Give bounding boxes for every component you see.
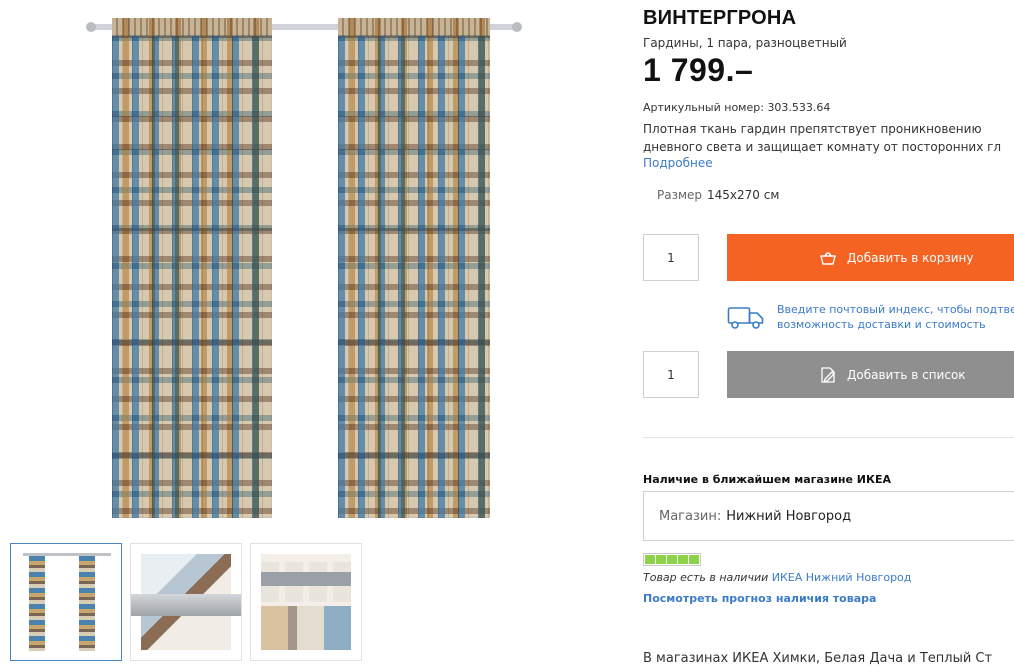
thumbnail-3[interactable] [250, 543, 362, 661]
stock-bar-segment [667, 555, 677, 564]
curtain-panel-right [338, 18, 490, 518]
stock-level-indicator [643, 553, 701, 566]
product-description: Плотная ткань гардин препятствует проник… [643, 120, 1014, 156]
size-row: Размер 145х270 см [657, 188, 779, 202]
add-to-cart-label: Добавить в корзину [847, 250, 974, 265]
store-selector[interactable]: Магазин: Нижний Новгород [643, 491, 1014, 541]
product-main-image[interactable] [86, 10, 522, 518]
stock-status-text: Товар есть в наличии [643, 571, 769, 584]
delivery-line-2: возможность доставки и стоимость [777, 318, 986, 331]
store-label: Магазин: [659, 508, 722, 524]
edit-list-icon [821, 366, 835, 383]
thumbnail-fabric-detail [131, 554, 241, 650]
thumbnail-curtain-left [29, 556, 45, 651]
add-to-list-button[interactable]: Добавить в список [727, 351, 1014, 398]
size-value: 145х270 см [707, 188, 780, 202]
cart-quantity-input[interactable]: 1 [643, 234, 699, 281]
thumbnail-pipe [131, 594, 241, 616]
product-subtitle: Гардины, 1 пара, разноцветный [643, 36, 847, 50]
product-info-panel: ВИНТЕРГРОНА Гардины, 1 пара, разноцветны… [643, 0, 1014, 666]
product-price: 1 799.– [643, 52, 754, 88]
add-to-cart-button[interactable]: Добавить в корзину [727, 234, 1014, 281]
rod-end-right [512, 22, 522, 32]
article-value: 303.533.64 [767, 101, 831, 114]
add-to-list-label: Добавить в список [847, 367, 966, 382]
store-value: Нижний Новгород [726, 508, 852, 524]
shopping-basket-icon [820, 251, 836, 265]
stock-bar-segment [645, 555, 655, 564]
other-stores-note: В магазинах ИКЕА Химки, Белая Дача и Теп… [643, 651, 993, 666]
stock-bar-segment [656, 555, 666, 564]
description-line-2: дневного света и защищает комнату от пос… [643, 140, 1002, 154]
thumbnail-tab-detail [261, 554, 351, 650]
stock-bar-segment [678, 555, 688, 564]
delivery-line-1: Введите почтовый индекс, чтобы подтвер [777, 303, 1014, 316]
thumbnail-band [261, 572, 351, 586]
stock-status: Товар есть в наличии ИКЕА Нижний Новгоро… [643, 571, 911, 584]
description-line-1: Плотная ткань гардин препятствует проник… [643, 122, 982, 136]
thumbnail-2[interactable] [130, 543, 242, 661]
section-divider [643, 437, 1014, 438]
delivery-text[interactable]: Введите почтовый индекс, чтобы подтвер в… [777, 302, 1014, 332]
product-title: ВИНТЕРГРОНА [643, 7, 797, 29]
article-number: Артикульный номер: 303.533.64 [643, 101, 830, 114]
rod-end-left [86, 22, 96, 32]
list-quantity-input[interactable]: 1 [643, 351, 699, 398]
delivery-truck-icon [727, 307, 764, 329]
thumbnail-pattern [261, 606, 351, 650]
more-details-link[interactable]: Подробнее [643, 156, 713, 170]
stock-bar-segment [689, 555, 699, 564]
stock-forecast-link[interactable]: Посмотреть прогноз наличия товара [643, 592, 876, 605]
article-label: Артикульный номер: [643, 101, 764, 114]
curtain-panel-left [112, 18, 272, 518]
availability-title: Наличие в ближайшем магазине ИКЕА [643, 473, 892, 486]
thumbnail-curtain-right [79, 556, 95, 651]
stock-store-link[interactable]: ИКЕА Нижний Новгород [772, 571, 912, 584]
thumbnail-1[interactable] [10, 543, 122, 661]
size-label: Размер [657, 188, 703, 202]
